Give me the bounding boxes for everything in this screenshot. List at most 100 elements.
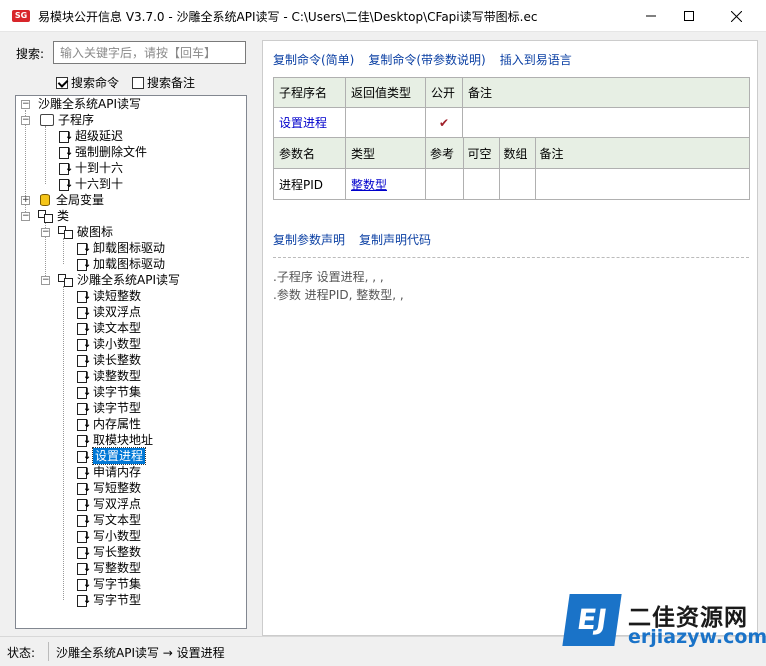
subroutine-icon bbox=[76, 529, 91, 545]
subroutine-icon bbox=[76, 337, 91, 353]
tree-item[interactable]: 卸载图标驱动 bbox=[76, 240, 165, 257]
tree-item[interactable]: 加载图标驱动 bbox=[76, 256, 165, 273]
subroutine-icon bbox=[76, 321, 91, 337]
tree-item[interactable]: 读字节型 bbox=[76, 400, 141, 417]
header-cell: 可空 bbox=[463, 138, 500, 168]
header-cell: 数组 bbox=[499, 138, 536, 168]
subroutine-icon bbox=[76, 369, 91, 385]
subroutine-icon bbox=[76, 385, 91, 401]
search-commands-label: 搜索命令 bbox=[71, 76, 120, 90]
tree-item[interactable]: 读文本型 bbox=[76, 320, 141, 337]
subroutine-icon bbox=[76, 545, 91, 561]
search-commands-checkbox[interactable]: 搜索命令 bbox=[56, 74, 119, 91]
subroutine-icon bbox=[76, 449, 91, 465]
module-tree[interactable]: − 沙雕全系统API读写 − 子程序 超级延迟 强制删除文件 十到十六 十六到十… bbox=[15, 95, 247, 629]
tree-item[interactable]: 十六到十 bbox=[58, 176, 123, 193]
copy-simple-link[interactable]: 复制命令(简单) bbox=[273, 51, 354, 68]
tree-item[interactable]: 写文本型 bbox=[76, 512, 141, 529]
header-cell: 备注 bbox=[462, 77, 750, 108]
subroutine-icon bbox=[76, 257, 91, 273]
collapse-toggle-root[interactable]: − bbox=[21, 100, 30, 109]
copy-with-params-link[interactable]: 复制命令(带参数说明) bbox=[368, 51, 485, 68]
subroutine-icon bbox=[76, 417, 91, 433]
tree-item[interactable]: 申请内存 bbox=[76, 464, 141, 481]
status-label: 状态: bbox=[7, 646, 36, 660]
search-notes-label: 搜索备注 bbox=[147, 76, 196, 90]
search-notes-checkbox[interactable]: 搜索备注 bbox=[132, 74, 195, 91]
divider bbox=[273, 257, 749, 258]
tree-item[interactable]: 超级延迟 bbox=[58, 128, 123, 145]
subroutine-icon bbox=[76, 241, 91, 257]
command-actions: 复制命令(简单) 复制命令(带参数说明) 插入到易语言 bbox=[273, 51, 572, 68]
collapse-toggle-class2[interactable]: − bbox=[41, 276, 50, 285]
close-icon bbox=[730, 10, 742, 22]
tree-item[interactable]: 写双浮点 bbox=[76, 496, 141, 513]
tree-subroutines-group[interactable]: 子程序 bbox=[40, 112, 94, 128]
note-cell bbox=[535, 169, 749, 199]
class-icon bbox=[58, 274, 74, 287]
collapse-toggle-subroutines[interactable]: − bbox=[21, 116, 30, 125]
subroutine-icon bbox=[58, 177, 73, 193]
watermark-url: erjiazyw.com bbox=[628, 626, 766, 648]
header-cell: 返回值类型 bbox=[345, 77, 426, 108]
tree-class-1[interactable]: 破图标 bbox=[58, 224, 113, 240]
tree-item[interactable]: 读小数型 bbox=[76, 336, 141, 353]
checkbox-checked-icon[interactable] bbox=[56, 76, 68, 89]
tree-item[interactable]: 写字节型 bbox=[76, 592, 141, 609]
tree-item[interactable]: 读短整数 bbox=[76, 288, 141, 305]
tree-item[interactable]: 取模块地址 bbox=[76, 432, 153, 449]
tree-line bbox=[63, 286, 64, 600]
tree-item[interactable]: 读长整数 bbox=[76, 352, 141, 369]
subroutine-icon bbox=[76, 305, 91, 321]
tree-item[interactable]: 内存属性 bbox=[76, 416, 141, 433]
note-cell bbox=[462, 107, 750, 138]
ref-cell bbox=[426, 169, 464, 199]
tree-item[interactable]: 写小数型 bbox=[76, 528, 141, 545]
right-edge-scrollbar[interactable] bbox=[758, 40, 766, 636]
subroutine-icon bbox=[76, 577, 91, 593]
class-icon bbox=[58, 226, 74, 239]
maximize-button[interactable] bbox=[666, 0, 712, 32]
search-label: 搜索: bbox=[16, 47, 45, 61]
table-header-row: 参数名 类型 参考 可空 数组 备注 bbox=[273, 137, 750, 169]
tree-item[interactable]: 写长整数 bbox=[76, 544, 141, 561]
param-type-link[interactable]: 整数型 bbox=[345, 168, 426, 200]
tree-item[interactable]: 读整数型 bbox=[76, 368, 141, 385]
tree-item[interactable]: 写整数型 bbox=[76, 560, 141, 577]
subroutine-icon bbox=[76, 289, 91, 305]
status-divider bbox=[48, 642, 49, 661]
subroutine-icon bbox=[58, 161, 73, 177]
header-cell: 备注 bbox=[535, 138, 749, 168]
tree-class-2[interactable]: 沙雕全系统API读写 bbox=[58, 272, 180, 288]
tree-globals[interactable]: 全局变量 bbox=[40, 192, 104, 208]
checkbox-unchecked-icon[interactable] bbox=[132, 76, 144, 89]
tree-line bbox=[63, 238, 64, 264]
tree-classes[interactable]: 类 bbox=[38, 208, 69, 224]
close-button[interactable] bbox=[713, 0, 759, 32]
window-title: 易模块公开信息 V3.7.0 - 沙雕全系统API读写 - C:\Users\二… bbox=[38, 10, 538, 24]
tree-item[interactable]: 强制删除文件 bbox=[58, 144, 147, 161]
tree-root[interactable]: 沙雕全系统API读写 bbox=[38, 96, 141, 112]
copy-decl-code-link[interactable]: 复制声明代码 bbox=[359, 231, 431, 248]
tree-item[interactable]: 读双浮点 bbox=[76, 304, 141, 321]
app-logo-icon: SG bbox=[12, 10, 30, 22]
tree-line bbox=[45, 126, 46, 184]
tree-item[interactable]: 写短整数 bbox=[76, 480, 141, 497]
title-bar: SG 易模块公开信息 V3.7.0 - 沙雕全系统API读写 - C:\User… bbox=[0, 0, 766, 32]
tree-item[interactable]: 写字节集 bbox=[76, 576, 141, 593]
status-text: 沙雕全系统API读写 → 设置进程 bbox=[56, 646, 225, 660]
search-input[interactable] bbox=[53, 41, 246, 64]
collapse-toggle-class1[interactable]: − bbox=[41, 228, 50, 237]
tree-item[interactable]: 读字节集 bbox=[76, 384, 141, 401]
subroutine-icon bbox=[76, 561, 91, 577]
collapse-toggle-classes[interactable]: − bbox=[21, 212, 30, 221]
insert-to-e-link[interactable]: 插入到易语言 bbox=[500, 51, 572, 68]
copy-param-decl-link[interactable]: 复制参数声明 bbox=[273, 231, 345, 248]
expand-toggle-globals[interactable]: + bbox=[21, 196, 30, 205]
declaration-code: .子程序 设置进程, , , .参数 进程PID, 整数型, , bbox=[273, 268, 404, 304]
tree-item-selected[interactable]: 设置进程 bbox=[76, 447, 147, 465]
subroutine-name-cell: 设置进程 bbox=[273, 107, 346, 138]
database-icon bbox=[40, 194, 50, 206]
detail-pane: 复制命令(简单) 复制命令(带参数说明) 插入到易语言 子程序名 返回值类型 公… bbox=[262, 40, 758, 636]
tree-item[interactable]: 十到十六 bbox=[58, 160, 123, 177]
